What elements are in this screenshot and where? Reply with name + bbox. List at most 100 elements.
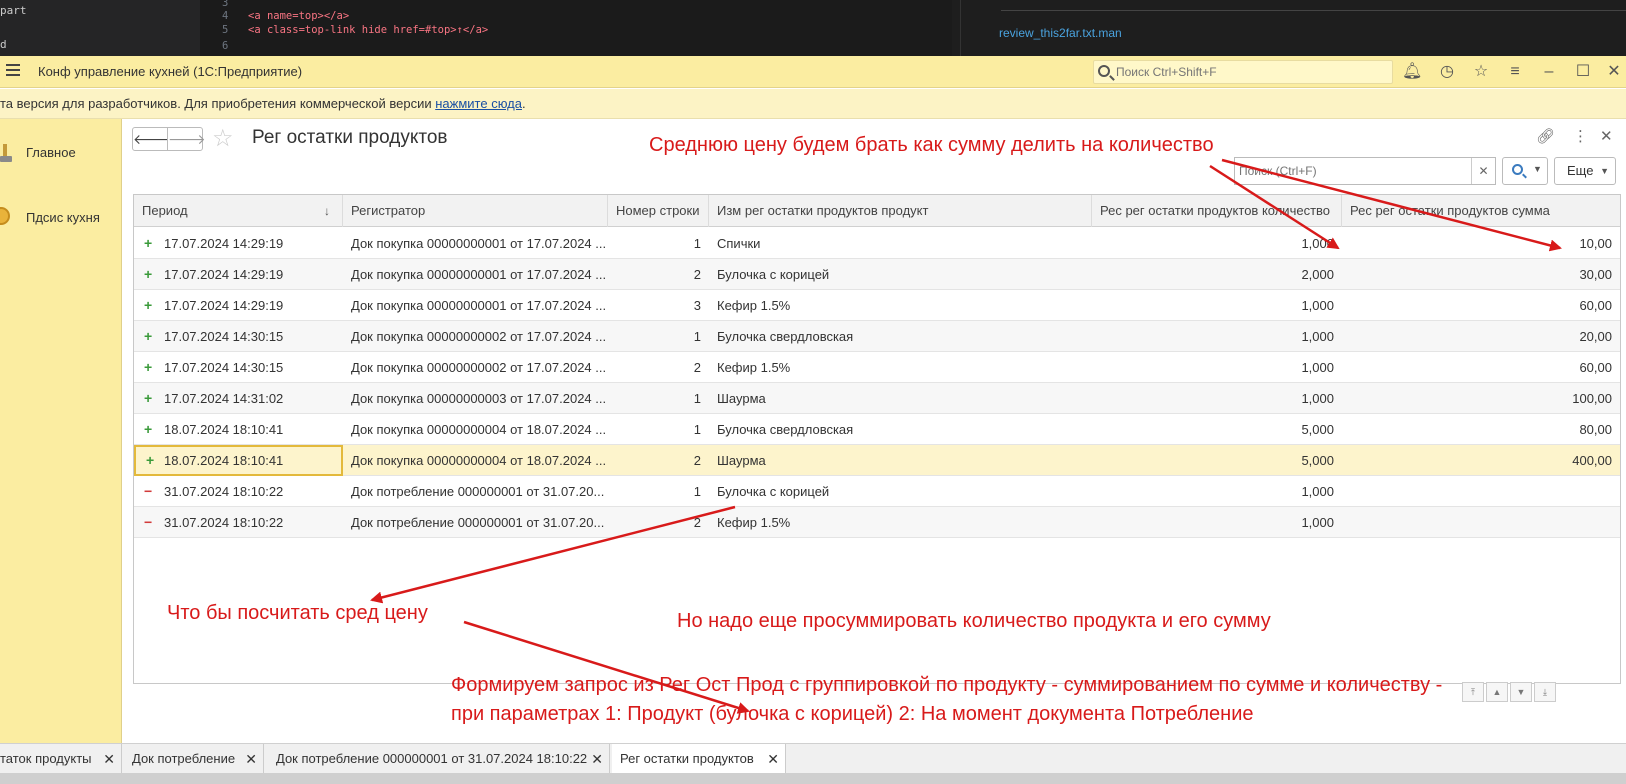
settings-icon[interactable]: ≡: [1505, 62, 1525, 82]
search-button[interactable]: ▼: [1502, 157, 1548, 185]
table-row[interactable]: +18.07.2024 18:10:41 Док покупка 00000000…: [134, 414, 1620, 445]
cell-product: Кефир 1.5%: [717, 360, 791, 375]
more-vert-icon[interactable]: ⋮: [1573, 127, 1588, 145]
cell-line-number: 3: [693, 298, 701, 313]
cell-quantity: 1,000: [1301, 236, 1334, 251]
close-tab-icon[interactable]: ✕: [245, 744, 257, 774]
tab-window-active[interactable]: Рег остатки продуктов ✕: [612, 744, 786, 774]
income-icon: +: [144, 421, 153, 437]
app-titlebar: Конф управление кухней (1С:Предприятие) …: [0, 56, 1626, 88]
cell-period: −31.07.2024 18:10:22: [134, 476, 343, 507]
income-icon: +: [144, 266, 153, 282]
menu-icon[interactable]: [6, 64, 20, 76]
sort-down-icon: ↓: [324, 204, 330, 218]
cell-sum: [1342, 507, 1620, 538]
page-title: Рег остатки продуктов: [252, 127, 448, 148]
column-header-registrar[interactable]: Регистратор: [343, 195, 608, 227]
tab-window[interactable]: Док потребление 000000001 от 31.07.2024 …: [268, 744, 610, 774]
search-field[interactable]: ✕: [1234, 157, 1496, 185]
table-row[interactable]: +17.07.2024 14:31:02 Док покупка 00000000…: [134, 383, 1620, 414]
close-tab-icon[interactable]: ✕: [591, 744, 603, 774]
cell-product: Булочка с корицей: [717, 267, 830, 282]
history-icon[interactable]: ◷: [1437, 62, 1457, 82]
scroll-top-icon[interactable]: ⤒: [1462, 682, 1484, 702]
code-text: <a name=top></a>: [248, 10, 350, 22]
cell-product: Булочка свердловская: [717, 329, 854, 344]
scroll-down-icon[interactable]: ▼: [1510, 682, 1532, 702]
table-row[interactable]: +18.07.2024 18:10:41 Док покупка 00000000…: [134, 445, 1620, 476]
minimize-icon[interactable]: –: [1539, 62, 1559, 82]
cell-sum: 60,00: [1579, 360, 1612, 375]
tab-window[interactable]: Док потребление ✕: [124, 744, 264, 774]
star-icon[interactable]: ☆: [1471, 62, 1491, 82]
annotation-text: Среднюю цену будем брать как сумму делит…: [649, 134, 1214, 156]
income-icon: +: [144, 235, 153, 251]
expense-icon: −: [144, 483, 153, 499]
table-row[interactable]: +17.07.2024 14:30:15 Док покупка 00000000…: [134, 352, 1620, 383]
app-title: Конф управление кухней (1С:Предприятие): [38, 64, 303, 79]
table-row[interactable]: +17.07.2024 14:29:19 Док покупка 00000000…: [134, 259, 1620, 290]
expense-icon: −: [144, 514, 153, 530]
annotation-text: при параметрах 1: Продукт (булочка с кор…: [451, 703, 1254, 725]
column-header-quantity[interactable]: Рес рег остатки продуктов количество: [1092, 195, 1342, 227]
more-button[interactable]: Еще ▼: [1554, 157, 1616, 185]
table-row[interactable]: −31.07.2024 18:10:22 Док потребление 0000…: [134, 476, 1620, 507]
search-input[interactable]: [1239, 162, 1465, 180]
file-tree-item[interactable]: d: [0, 38, 7, 51]
license-infobar: та версия для разработчиков. Для приобре…: [0, 89, 1626, 119]
close-tab-icon[interactable]: ✕: [103, 744, 115, 774]
table-row[interactable]: +17.07.2024 14:29:19 Док покупка 00000000…: [134, 228, 1620, 259]
global-search-input[interactable]: [1116, 63, 1386, 81]
section-main[interactable]: Главное: [0, 134, 122, 170]
cell-quantity: 1,000: [1301, 484, 1334, 499]
link-icon[interactable]: 🔗︎: [1536, 127, 1555, 145]
global-search[interactable]: [1093, 60, 1393, 84]
table-header: Период ↓ Регистратор Номер строки Изм рег…: [134, 195, 1620, 227]
register-form: 🡐 🡒 ☆ Рег остатки продуктов 🔗︎ ⋮ ✕ ✕ ▼ Е…: [122, 119, 1626, 743]
close-form-icon[interactable]: ✕: [1600, 127, 1613, 145]
cell-sum: 80,00: [1579, 422, 1612, 437]
cell-quantity: 2,000: [1301, 267, 1334, 282]
cell-registrar: Док покупка 00000000004 от 18.07.2024 ..…: [351, 422, 607, 437]
main-section-icon: [0, 142, 12, 164]
back-button[interactable]: 🡐: [132, 127, 171, 151]
infobar-text: та версия для разработчиков. Для приобре…: [0, 96, 436, 111]
column-header-period[interactable]: Период ↓: [134, 195, 343, 227]
maximize-icon[interactable]: ☐: [1573, 62, 1593, 82]
cell-sum: 30,00: [1579, 267, 1612, 282]
bell-icon[interactable]: 🔔︎: [1402, 62, 1422, 82]
cell-line-number: 2: [693, 515, 701, 530]
buy-link[interactable]: нажмите сюда: [435, 96, 522, 111]
search-icon: [1512, 164, 1523, 175]
cell-period: +17.07.2024 14:29:19: [134, 259, 343, 290]
clear-search-icon[interactable]: ✕: [1471, 158, 1495, 184]
table-row[interactable]: −31.07.2024 18:10:22 Док потребление 0000…: [134, 507, 1620, 538]
cell-period: +18.07.2024 18:10:41: [134, 445, 343, 476]
close-icon[interactable]: ✕: [1604, 62, 1624, 82]
cell-line-number: 2: [693, 360, 701, 375]
cell-sum: [1342, 476, 1620, 507]
editor-side-panel: review_this2far.txt.man: [960, 0, 1626, 56]
code-editor[interactable]: 3 4 <a name=top></a> 5 <a class=top-link h…: [200, 0, 952, 56]
background-editor-window: part d 3 4 <a name=top></a> 5 <a class=top…: [0, 0, 1626, 56]
column-header-sum[interactable]: Рес рег остатки продуктов сумма: [1342, 195, 1620, 227]
favorite-star-icon[interactable]: ☆: [212, 124, 234, 153]
cell-line-number: 1: [693, 391, 701, 406]
code-line: 5 <a class=top-link hide href=#top>↑</a>: [222, 24, 489, 36]
table-row[interactable]: +17.07.2024 14:30:15 Док покупка 00000000…: [134, 321, 1620, 352]
cell-quantity: 5,000: [1301, 453, 1334, 468]
editor-file-tree: part d: [0, 0, 200, 56]
close-tab-icon[interactable]: ✕: [767, 744, 779, 774]
tab-window[interactable]: таток продукты ✕: [0, 744, 122, 774]
scroll-bottom-icon[interactable]: ⤓: [1534, 682, 1556, 702]
forward-button[interactable]: 🡒: [167, 127, 206, 151]
column-header-product[interactable]: Изм рег остатки продуктов продукт: [709, 195, 1092, 227]
cell-period: +17.07.2024 14:31:02: [134, 383, 343, 414]
section-kitchen[interactable]: Пдсис кухня: [0, 199, 122, 235]
column-header-line-number[interactable]: Номер строки: [608, 195, 709, 227]
scroll-up-icon[interactable]: ▲: [1486, 682, 1508, 702]
file-tree-item[interactable]: part: [0, 4, 27, 17]
file-link[interactable]: review_this2far.txt.man: [999, 26, 1122, 40]
cell-registrar: Док покупка 00000000001 от 17.07.2024 ..…: [351, 267, 607, 282]
table-row[interactable]: +17.07.2024 14:29:19 Док покупка 00000000…: [134, 290, 1620, 321]
